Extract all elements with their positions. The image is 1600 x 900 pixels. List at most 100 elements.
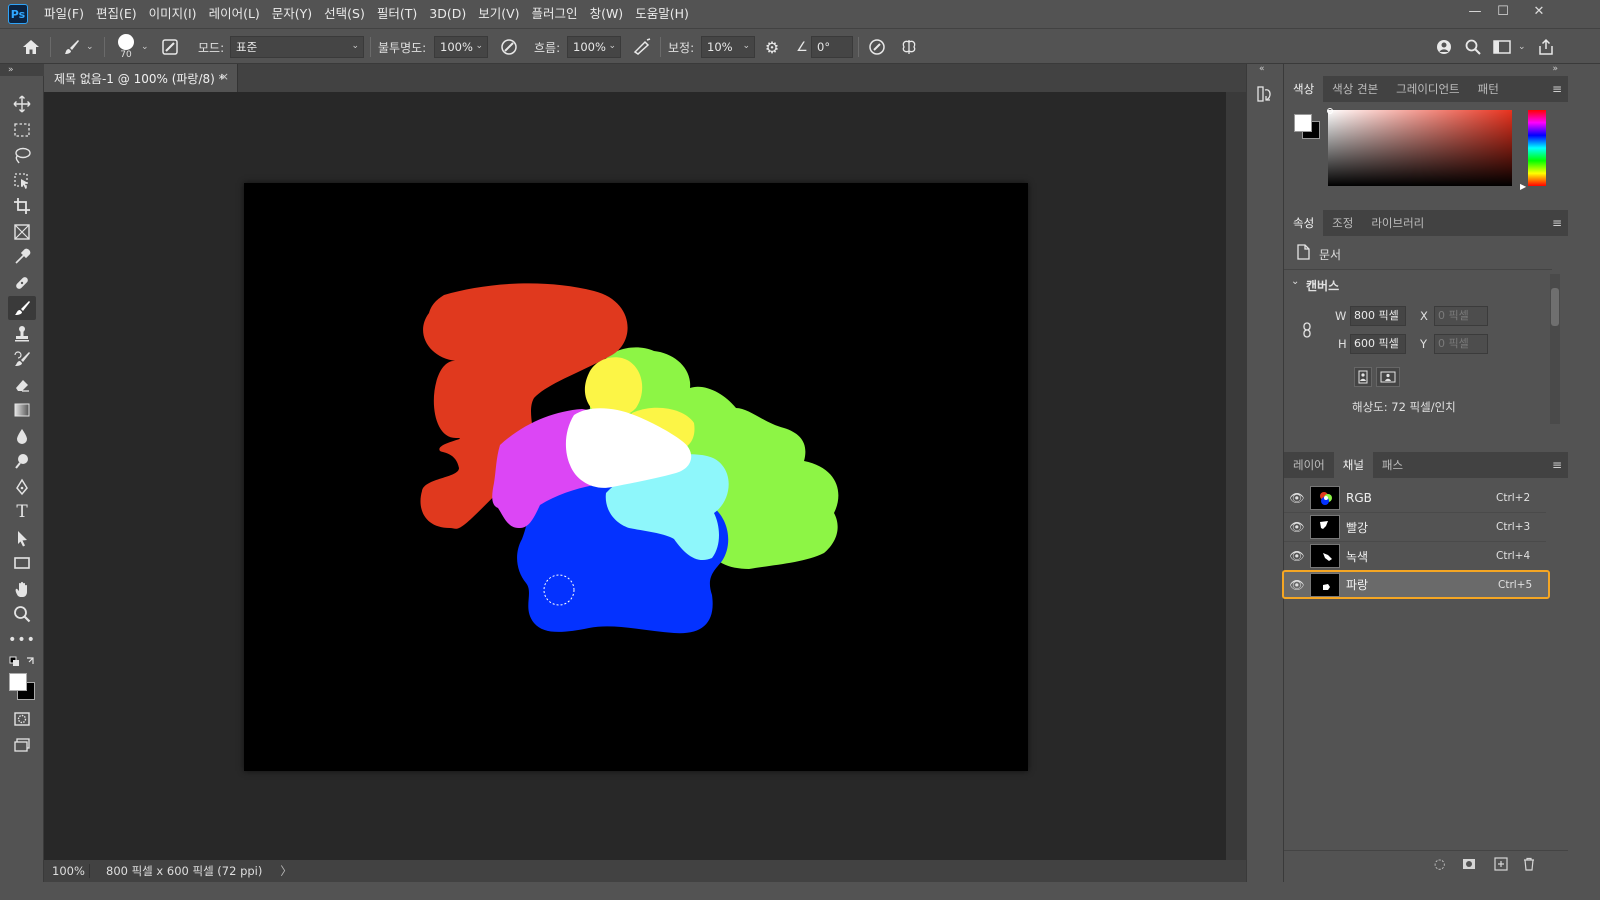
dodge-tool-icon[interactable] [8, 449, 36, 473]
trash-icon[interactable] [1522, 857, 1536, 874]
color-picker-marker[interactable] [1327, 108, 1333, 114]
height-field[interactable]: 600 픽셀 [1350, 334, 1406, 354]
lasso-tool-icon[interactable] [8, 143, 36, 167]
expand-arrows-icon[interactable]: » [1552, 64, 1558, 74]
menu-filter[interactable]: 필터(T) [371, 0, 423, 28]
history-panel-icon[interactable] [1256, 84, 1274, 107]
type-tool-icon[interactable]: T [8, 500, 36, 524]
link-icon[interactable] [1301, 322, 1313, 341]
pressure-size-icon[interactable] [865, 35, 889, 59]
color-picker-field[interactable] [1328, 110, 1512, 186]
brush-size-picker[interactable]: 70 [116, 29, 136, 65]
crop-tool-icon[interactable] [8, 194, 36, 218]
chevron-down-icon[interactable]: ⌄ [86, 29, 94, 65]
menu-select[interactable]: 선택(S) [318, 0, 371, 28]
cloud-user-icon[interactable] [1432, 35, 1456, 59]
clone-stamp-tool-icon[interactable] [8, 322, 36, 346]
gradient-tool-icon[interactable] [8, 398, 36, 422]
eye-icon[interactable]: 👁 [1284, 491, 1310, 505]
portrait-orientation-icon[interactable] [1354, 367, 1372, 387]
object-selection-tool-icon[interactable] [8, 169, 36, 193]
color-foreground-swatch[interactable] [1294, 114, 1312, 132]
screen-mode-icon[interactable] [8, 733, 36, 757]
pen-tool-icon[interactable] [8, 475, 36, 499]
menu-3d[interactable]: 3D(D) [423, 0, 472, 28]
menu-help[interactable]: 도움말(H) [629, 0, 695, 28]
zoom-level[interactable]: 100% [44, 864, 90, 878]
photoshop-logo-icon[interactable]: Ps [8, 4, 28, 24]
more-tools-icon[interactable]: ••• [8, 628, 36, 652]
maximize-button[interactable]: ☐ [1486, 0, 1520, 22]
brush-tool-icon[interactable] [8, 296, 36, 320]
mode-select[interactable]: 표준 ⌄ [230, 36, 364, 58]
smoothing-input[interactable]: 10% ⌄ [701, 36, 755, 58]
flow-input[interactable]: 100% ⌄ [567, 36, 621, 58]
channel-row-green[interactable]: 👁 녹색 Ctrl+4 [1284, 542, 1546, 571]
hue-slider[interactable] [1528, 110, 1546, 186]
channel-row-rgb[interactable]: 👁 RGB Ctrl+2 [1284, 484, 1546, 513]
menu-edit[interactable]: 편집(E) [90, 0, 143, 28]
eye-icon[interactable]: 👁 [1284, 520, 1310, 534]
menu-type[interactable]: 문자(Y) [266, 0, 318, 28]
eyedropper-tool-icon[interactable] [8, 245, 36, 269]
frame-tool-icon[interactable] [8, 220, 36, 244]
vertical-scrollbar[interactable] [1226, 92, 1246, 860]
load-selection-icon[interactable]: ◌ [1434, 857, 1445, 872]
menu-file[interactable]: 파일(F) [38, 0, 90, 28]
brush-settings-panel-icon[interactable] [158, 35, 182, 59]
document-tab[interactable]: 제목 없음-1 @ 100% (파랑/8) * × [44, 64, 238, 92]
tab-layers[interactable]: 레이어 [1284, 452, 1334, 478]
opacity-input[interactable]: 100% ⌄ [434, 36, 488, 58]
eye-icon[interactable]: 👁 [1284, 578, 1310, 592]
tab-patterns[interactable]: 패턴 [1469, 76, 1508, 102]
panel-menu-icon[interactable]: ≡ [1552, 458, 1562, 472]
pressure-opacity-icon[interactable] [497, 35, 521, 59]
save-selection-icon[interactable] [1462, 857, 1476, 874]
eye-icon[interactable]: 👁 [1284, 549, 1310, 563]
landscape-orientation-icon[interactable] [1376, 367, 1400, 387]
move-tool-icon[interactable] [8, 92, 36, 116]
tab-properties[interactable]: 속성 [1284, 210, 1324, 236]
home-icon[interactable] [19, 35, 43, 59]
properties-scrollbar[interactable] [1550, 274, 1560, 424]
quick-mask-icon[interactable] [8, 707, 36, 731]
rectangle-tool-icon[interactable] [8, 551, 36, 575]
airbrush-icon[interactable] [630, 35, 654, 59]
tab-gradients[interactable]: 그레이디언트 [1387, 76, 1468, 102]
share-icon[interactable] [1534, 35, 1558, 59]
default-colors-icon[interactable] [8, 654, 36, 670]
hue-slider-pointer[interactable]: ▶ [1520, 182, 1526, 191]
hand-tool-icon[interactable] [8, 577, 36, 601]
collapse-arrows-icon[interactable]: « [1259, 64, 1265, 74]
tab-libraries[interactable]: 라이브러리 [1362, 210, 1433, 236]
close-document-icon[interactable]: × [220, 70, 229, 83]
menu-layer[interactable]: 레이어(L) [203, 0, 266, 28]
menu-window[interactable]: 창(W) [584, 0, 630, 28]
angle-input[interactable]: 0° [811, 36, 853, 58]
zoom-tool-icon[interactable] [8, 602, 36, 626]
menu-view[interactable]: 보기(V) [472, 0, 525, 28]
channel-row-red[interactable]: 👁 빨강 Ctrl+3 [1284, 513, 1546, 542]
panel-menu-icon[interactable]: ≡ [1552, 216, 1562, 230]
tab-color[interactable]: 색상 [1284, 76, 1324, 102]
blur-tool-icon[interactable] [8, 424, 36, 448]
chevron-down-icon[interactable]: ⌄ [1518, 29, 1526, 65]
tab-adjustments[interactable]: 조정 [1323, 210, 1362, 236]
chevron-down-icon[interactable]: ⌄ [141, 29, 149, 65]
panel-menu-icon[interactable]: ≡ [1552, 82, 1562, 96]
new-channel-icon[interactable] [1494, 857, 1508, 874]
channel-row-blue[interactable]: 👁 파랑 Ctrl+5 [1282, 570, 1550, 599]
toolbar-collapse-icon[interactable]: » [0, 64, 44, 76]
workspace-icon[interactable] [1490, 35, 1514, 59]
close-window-button[interactable]: ✕ [1522, 0, 1556, 22]
tab-channels[interactable]: 채널 [1333, 452, 1373, 478]
chevron-down-icon[interactable]: ⌄ [1291, 276, 1299, 287]
tab-paths[interactable]: 패스 [1373, 452, 1412, 478]
search-icon[interactable] [1461, 35, 1485, 59]
width-field[interactable]: 800 픽셀 [1350, 306, 1406, 326]
history-brush-tool-icon[interactable] [8, 347, 36, 371]
foreground-color-swatch[interactable] [9, 673, 27, 691]
brush-preset-icon[interactable] [60, 35, 84, 59]
gear-icon[interactable]: ⚙ [760, 35, 784, 59]
healing-brush-tool-icon[interactable] [8, 271, 36, 295]
